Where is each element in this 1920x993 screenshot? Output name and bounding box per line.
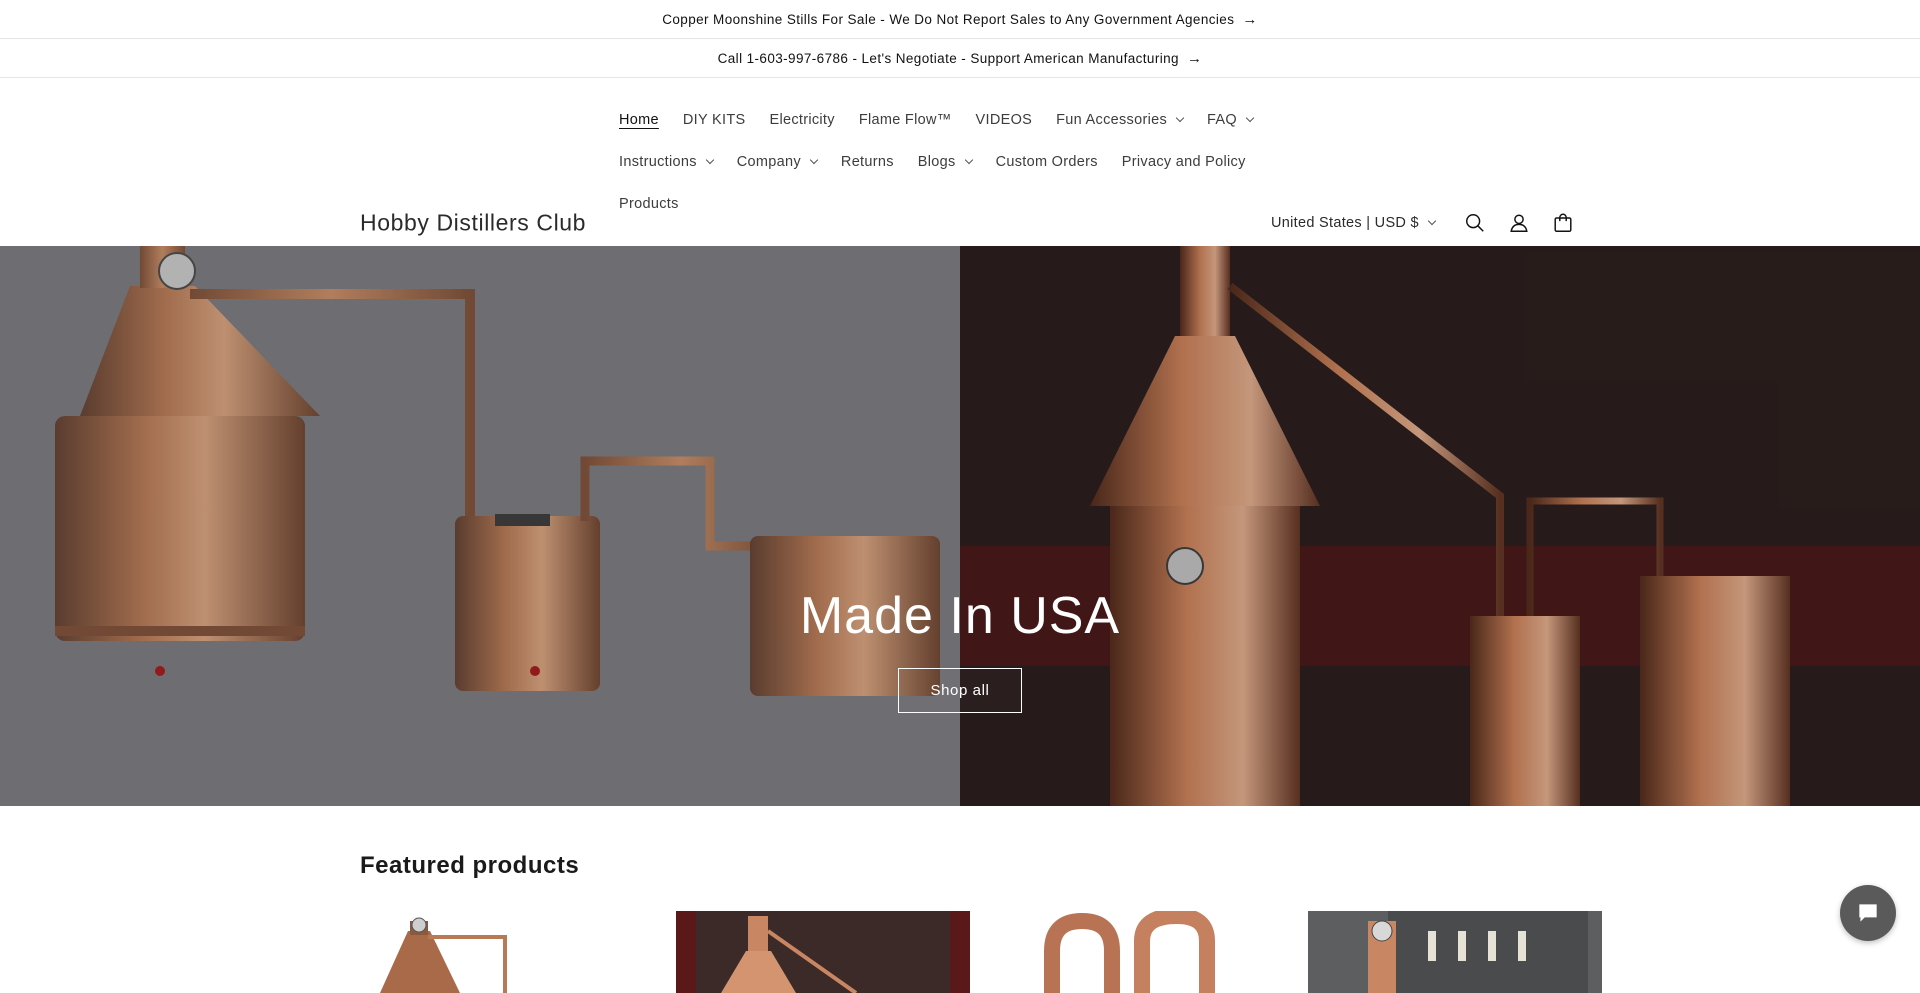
site-header: Hobby Distillers Club Home DIY KITS Elec…: [0, 78, 1920, 246]
featured-products-heading: Featured products: [360, 852, 580, 879]
nav-item-products[interactable]: Products: [619, 192, 679, 216]
cart-button[interactable]: [1541, 201, 1585, 245]
hero-banner: Made In USA Shop all: [0, 246, 1920, 806]
search-button[interactable]: [1453, 201, 1497, 245]
arrow-right-icon: →: [1242, 10, 1258, 28]
nav-item-label: FAQ: [1207, 112, 1237, 128]
nav-item-privacy-policy[interactable]: Privacy and Policy: [1122, 150, 1246, 174]
nav-item-videos[interactable]: VIDEOS: [976, 108, 1033, 132]
site-logo[interactable]: Hobby Distillers Club: [360, 210, 586, 237]
nav-item-fun-accessories[interactable]: Fun Accessories: [1056, 108, 1185, 132]
country-selector[interactable]: United States | USD $: [1271, 215, 1437, 231]
hero-overlay: [0, 246, 1920, 806]
header-utilities: United States | USD $: [1271, 201, 1585, 245]
nav-item-returns[interactable]: Returns: [841, 150, 894, 174]
announcement-text: Call 1-603-997-6786 - Let's Negotiate - …: [717, 50, 1179, 66]
nav-item-electricity[interactable]: Electricity: [769, 108, 834, 132]
chevron-down-icon: [1427, 216, 1437, 226]
nav-item-label: Company: [736, 154, 801, 170]
cart-icon: [1554, 213, 1572, 232]
announcement-bar-1[interactable]: Copper Moonshine Stills For Sale - We Do…: [0, 0, 1920, 39]
chat-button[interactable]: [1840, 885, 1896, 941]
product-image: [676, 911, 970, 993]
nav-item-instructions[interactable]: Instructions: [619, 150, 714, 174]
chevron-down-icon: [964, 155, 973, 165]
nav-item-company[interactable]: Company: [736, 150, 819, 174]
hero-content: Made In USA Shop all: [0, 586, 1920, 713]
chevron-down-icon: [1175, 113, 1185, 123]
shop-all-button[interactable]: Shop all: [898, 668, 1022, 713]
chevron-down-icon: [1245, 113, 1255, 123]
product-image: [992, 911, 1286, 993]
product-card[interactable]: [360, 911, 654, 993]
product-image: [1308, 911, 1602, 993]
chevron-down-icon: [809, 155, 819, 165]
chat-icon: [1859, 904, 1877, 922]
hero-title: Made In USA: [799, 587, 1121, 645]
announcement-text: Copper Moonshine Stills For Sale - We Do…: [662, 11, 1235, 27]
announcement-bar-2[interactable]: Call 1-603-997-6786 - Let's Negotiate - …: [0, 39, 1920, 78]
product-image: [360, 911, 654, 993]
nav-item-flame-flow[interactable]: Flame Flow™: [859, 108, 952, 132]
account-icon: [1510, 214, 1528, 232]
nav-item-diy-kits[interactable]: DIY KITS: [683, 108, 746, 132]
nav-item-label: Fun Accessories: [1056, 112, 1168, 128]
chevron-down-icon: [705, 155, 714, 165]
search-icon: [1465, 214, 1484, 232]
nav-item-blogs[interactable]: Blogs: [917, 150, 973, 174]
nav-item-label: Blogs: [917, 154, 956, 170]
account-button[interactable]: [1497, 201, 1541, 245]
nav-item-custom-orders[interactable]: Custom Orders: [996, 150, 1098, 174]
featured-products-grid: [360, 911, 1602, 993]
product-card[interactable]: [676, 911, 970, 993]
product-card[interactable]: [992, 911, 1286, 993]
nav-item-faq[interactable]: FAQ: [1207, 108, 1255, 132]
arrow-right-icon: →: [1186, 49, 1203, 67]
nav-item-label: Instructions: [619, 154, 697, 170]
country-selector-label: United States | USD $: [1271, 215, 1419, 231]
nav-item-home[interactable]: Home: [619, 108, 659, 132]
product-card[interactable]: [1308, 911, 1602, 993]
